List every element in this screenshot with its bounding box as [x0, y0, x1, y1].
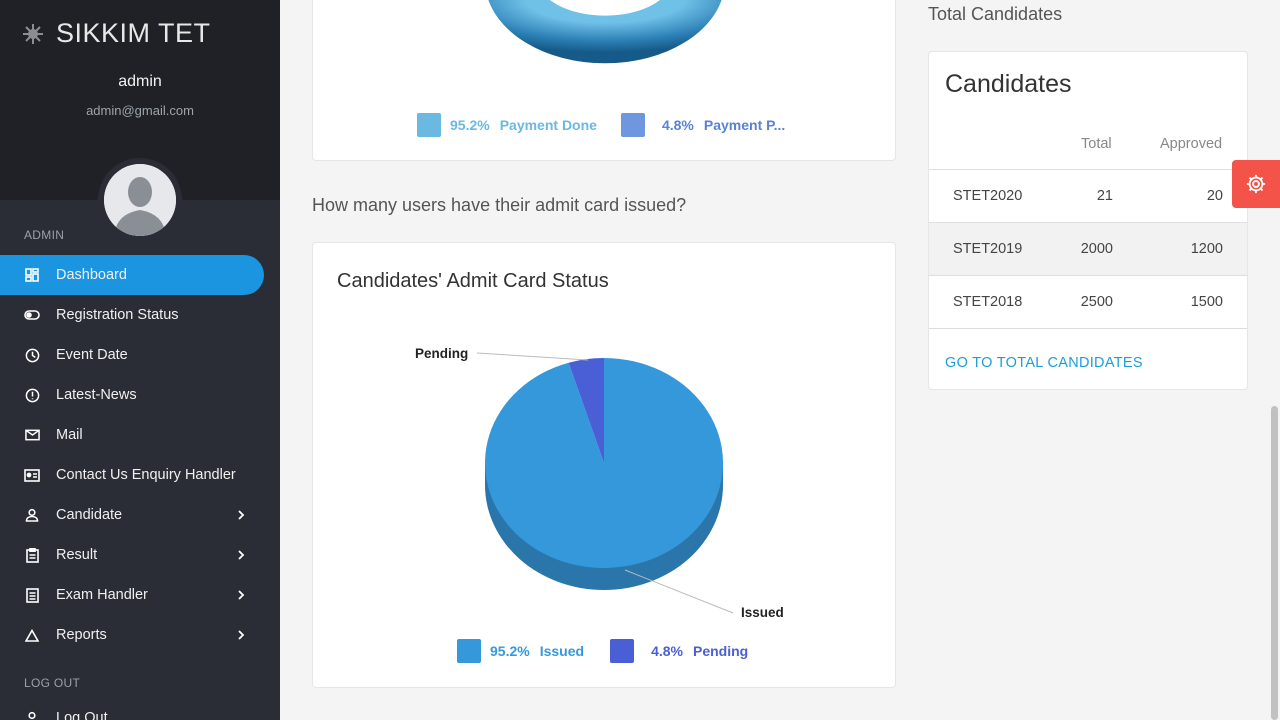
gear-icon [1246, 174, 1266, 194]
sidebar-item-label: Exam Handler [56, 587, 148, 603]
clock-icon [24, 347, 40, 363]
sidebar-item-label: Mail [56, 427, 83, 443]
sidebar-item-mail[interactable]: Mail [0, 415, 280, 455]
sidebar-item-contact-us[interactable]: Contact Us Enquiry Handler [0, 455, 280, 495]
exam-name: STET2019 [953, 241, 1023, 257]
contact-card-icon [24, 467, 40, 483]
sidebar-item-latest-news[interactable]: Latest-News [0, 375, 280, 415]
legend-pct: 95.2% [450, 117, 490, 133]
chevron-right-icon [238, 550, 245, 560]
legend-label[interactable]: Payment P... [704, 117, 785, 133]
sidebar-nav: Dashboard Registration Status Event Date… [0, 255, 280, 655]
settings-button[interactable] [1232, 160, 1280, 208]
sidebar-item-result[interactable]: Result [0, 535, 280, 575]
header-approved: Approved [1160, 136, 1223, 152]
sidebar-item-dashboard[interactable]: Dashboard [0, 255, 264, 295]
avatar[interactable] [98, 158, 182, 242]
dashboard-icon [24, 267, 40, 283]
brand[interactable]: SIKKIM TET [20, 18, 211, 49]
issued-data-label: Issued [741, 605, 784, 620]
admit-card-legend: 95.2% Issued 4.8% Pending [457, 639, 748, 663]
legend-swatch [620, 113, 645, 137]
admit-card-pie-chart: Pending Issued [415, 346, 784, 620]
legend-pct: 95.2% [490, 643, 530, 659]
exam-name: STET2018 [953, 294, 1023, 310]
legend-label[interactable]: Pending [693, 643, 748, 659]
section-label-admin: ADMIN [24, 228, 65, 242]
total-candidates-label: Total Candidates [928, 4, 1063, 24]
sidebar-item-label: Contact Us Enquiry Handler [56, 467, 236, 483]
pending-leader-line [476, 352, 589, 361]
sidebar-item-label: Reports [56, 627, 107, 643]
user-email: admin@gmail.com [86, 103, 194, 118]
triangle-icon [24, 627, 40, 643]
payment-donut-slice [488, 0, 722, 64]
user-name: admin [118, 73, 162, 90]
toggle-icon [24, 307, 40, 323]
legend-label[interactable]: Issued [540, 643, 584, 659]
approved-value: 1500 [1190, 294, 1223, 310]
legend-swatch [417, 113, 441, 137]
issued-leader-line [624, 569, 734, 614]
sidebar-item-label: Registration Status [56, 307, 179, 323]
sidebar-item-label: Candidate [56, 507, 123, 523]
exam-name: STET2020 [953, 188, 1023, 204]
section-label-logout: LOG OUT [24, 676, 81, 690]
alert-icon [24, 387, 40, 403]
table-row[interactable]: STET2019 2000 1200 [929, 222, 1247, 276]
legend-label[interactable]: Payment Done [500, 117, 597, 133]
mail-icon [24, 427, 40, 443]
sidebar-item-registration-status[interactable]: Registration Status [0, 295, 280, 335]
payment-chart-card: 95.2% Payment Done 4.8% Payment P... [312, 0, 896, 161]
go-to-total-candidates-link[interactable]: GO TO TOTAL CANDIDATES [945, 355, 1143, 371]
total-value: 2000 [1080, 241, 1113, 257]
legend-pct: 4.8% [651, 643, 683, 659]
sidebar-item-label: Event Date [56, 347, 128, 363]
person-icon [24, 710, 40, 720]
admit-card-question: How many users have their admit card iss… [312, 195, 687, 215]
user-silhouette-icon [104, 164, 176, 236]
person-icon [24, 507, 40, 523]
sidebar-item-candidate[interactable]: Candidate [0, 495, 280, 535]
candidates-title: Candidates [945, 70, 1072, 98]
chevron-right-icon [238, 630, 245, 640]
sidebar-item-label: Log Out [56, 710, 108, 720]
sidebar-item-label: Dashboard [56, 267, 127, 283]
chevron-right-icon [238, 590, 245, 600]
payment-donut-chart [488, 0, 722, 64]
legend-swatch [457, 639, 481, 663]
sidebar-item-label: Result [56, 547, 98, 563]
sidebar-item-exam-handler[interactable]: Exam Handler [0, 575, 280, 615]
admit-card-chart-card: Candidates' Admit Card Status Pending Iss… [312, 242, 896, 688]
clipboard-icon [24, 547, 40, 563]
sidebar-item-reports[interactable]: Reports [0, 615, 280, 655]
header-total: Total [1081, 136, 1112, 152]
payment-legend: 95.2% Payment Done 4.8% Payment P... [417, 113, 785, 137]
list-icon [24, 587, 40, 603]
brand-title: SIKKIM TET [56, 18, 211, 48]
legend-swatch [610, 639, 635, 663]
legend-pct: 4.8% [661, 117, 694, 133]
candidates-card: Candidates Total Approved STET2020 21 20… [928, 51, 1248, 390]
sidebar-item-event-date[interactable]: Event Date [0, 335, 280, 375]
scrollbar[interactable] [1271, 406, 1278, 720]
pending-data-label: Pending [415, 346, 468, 361]
total-value: 21 [1096, 188, 1113, 204]
table-row[interactable]: STET2020 21 20 [929, 169, 1247, 223]
chevron-right-icon [238, 510, 245, 520]
sidebar-item-logout[interactable]: Log Out [0, 698, 280, 720]
sidebar-item-label: Latest-News [56, 387, 137, 403]
candidates-table: STET2020 21 20 STET2019 2000 1200 STET20… [929, 169, 1247, 329]
approved-value: 20 [1206, 188, 1223, 204]
approved-value: 1200 [1190, 241, 1223, 257]
emblem-logo-icon [20, 21, 46, 47]
sidebar: SIKKIM TET admin admin@gmail.com ADMIN D… [0, 0, 280, 720]
total-value: 2500 [1080, 294, 1113, 310]
table-row[interactable]: STET2018 2500 1500 [929, 275, 1247, 329]
